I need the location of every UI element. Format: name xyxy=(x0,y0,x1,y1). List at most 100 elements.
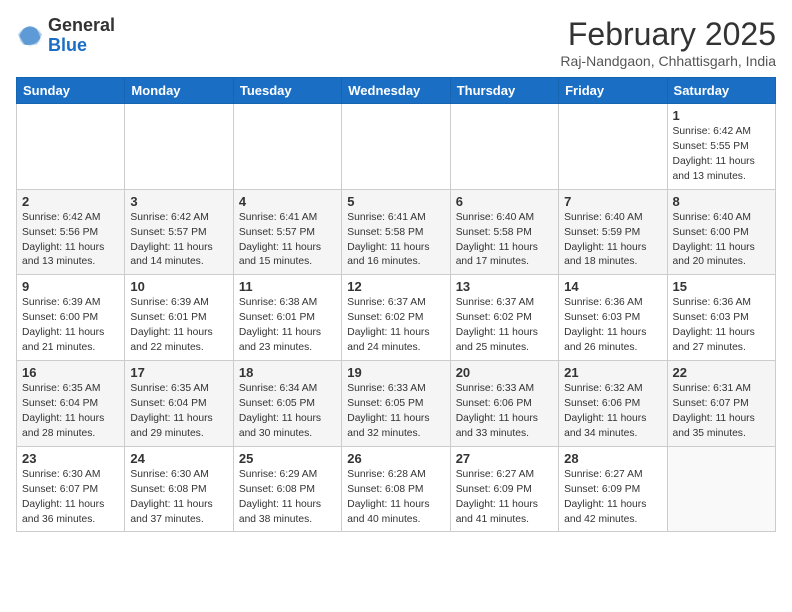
day-cell: 20 Sunrise: 6:33 AM Sunset: 6:06 PM Dayli… xyxy=(450,361,558,447)
day-cell: 5Sunrise: 6:41 AM Sunset: 5:58 PM Daylig… xyxy=(342,189,450,275)
calendar-table: SundayMondayTuesdayWednesdayThursdayFrid… xyxy=(16,77,776,532)
day-cell: 8 Sunrise: 6:40 AM Sunset: 6:00 PM Daylig… xyxy=(667,189,775,275)
day-info: Sunrise: 6:33 AM Sunset: 6:06 PM Dayligh… xyxy=(456,382,553,442)
day-info: Sunrise: 6:37 AM Sunset: 6:02 PM Dayligh… xyxy=(456,296,553,356)
day-info: Sunrise: 6:29 AM Sunset: 6:08 PM Dayligh… xyxy=(239,468,336,528)
day-number: 12 xyxy=(347,279,444,294)
day-number: 27 xyxy=(456,451,553,466)
day-number: 7 xyxy=(564,194,661,209)
weekday-header-row: SundayMondayTuesdayWednesdayThursdayFrid… xyxy=(17,78,776,104)
day-info: Sunrise: 6:41 AM Sunset: 5:58 PM Dayligh… xyxy=(347,211,444,271)
day-info: Sunrise: 6:27 AM Sunset: 6:09 PM Dayligh… xyxy=(564,468,661,528)
day-cell: 27 Sunrise: 6:27 AM Sunset: 6:09 PM Dayli… xyxy=(450,446,558,532)
day-info: Sunrise: 6:34 AM Sunset: 6:05 PM Dayligh… xyxy=(239,382,336,442)
day-number: 21 xyxy=(564,365,661,380)
day-info: Sunrise: 6:36 AM Sunset: 6:03 PM Dayligh… xyxy=(673,296,770,356)
day-cell xyxy=(667,446,775,532)
day-number: 6 xyxy=(456,194,553,209)
logo-text: General Blue xyxy=(48,16,115,56)
month-title: February 2025 xyxy=(560,16,776,53)
day-info: Sunrise: 6:35 AM Sunset: 6:04 PM Dayligh… xyxy=(22,382,119,442)
day-cell xyxy=(342,104,450,190)
day-cell xyxy=(450,104,558,190)
day-cell: 10 Sunrise: 6:39 AM Sunset: 6:01 PM Dayli… xyxy=(125,275,233,361)
day-number: 13 xyxy=(456,279,553,294)
weekday-header-sunday: Sunday xyxy=(17,78,125,104)
day-cell: 18Sunrise: 6:34 AM Sunset: 6:05 PM Dayli… xyxy=(233,361,341,447)
weekday-header-wednesday: Wednesday xyxy=(342,78,450,104)
day-cell: 19 Sunrise: 6:33 AM Sunset: 6:05 PM Dayli… xyxy=(342,361,450,447)
week-row-2: 2Sunrise: 6:42 AM Sunset: 5:56 PM Daylig… xyxy=(17,189,776,275)
day-cell: 2Sunrise: 6:42 AM Sunset: 5:56 PM Daylig… xyxy=(17,189,125,275)
logo-icon xyxy=(16,22,44,50)
day-number: 23 xyxy=(22,451,119,466)
day-cell: 23 Sunrise: 6:30 AM Sunset: 6:07 PM Dayli… xyxy=(17,446,125,532)
day-number: 25 xyxy=(239,451,336,466)
day-cell: 28Sunrise: 6:27 AM Sunset: 6:09 PM Dayli… xyxy=(559,446,667,532)
day-cell: 15 Sunrise: 6:36 AM Sunset: 6:03 PM Dayli… xyxy=(667,275,775,361)
day-cell: 12 Sunrise: 6:37 AM Sunset: 6:02 PM Dayli… xyxy=(342,275,450,361)
day-info: Sunrise: 6:40 AM Sunset: 5:59 PM Dayligh… xyxy=(564,211,661,271)
day-info: Sunrise: 6:32 AM Sunset: 6:06 PM Dayligh… xyxy=(564,382,661,442)
day-cell: 11 Sunrise: 6:38 AM Sunset: 6:01 PM Dayli… xyxy=(233,275,341,361)
day-number: 20 xyxy=(456,365,553,380)
weekday-header-saturday: Saturday xyxy=(667,78,775,104)
day-number: 9 xyxy=(22,279,119,294)
day-info: Sunrise: 6:42 AM Sunset: 5:56 PM Dayligh… xyxy=(22,211,119,271)
day-cell: 16 Sunrise: 6:35 AM Sunset: 6:04 PM Dayli… xyxy=(17,361,125,447)
day-info: Sunrise: 6:36 AM Sunset: 6:03 PM Dayligh… xyxy=(564,296,661,356)
day-cell: 4 Sunrise: 6:41 AM Sunset: 5:57 PM Daylig… xyxy=(233,189,341,275)
weekday-header-tuesday: Tuesday xyxy=(233,78,341,104)
day-cell: 17Sunrise: 6:35 AM Sunset: 6:04 PM Dayli… xyxy=(125,361,233,447)
day-number: 3 xyxy=(130,194,227,209)
day-number: 8 xyxy=(673,194,770,209)
week-row-3: 9 Sunrise: 6:39 AM Sunset: 6:00 PM Daylig… xyxy=(17,275,776,361)
day-number: 14 xyxy=(564,279,661,294)
weekday-header-friday: Friday xyxy=(559,78,667,104)
day-cell xyxy=(17,104,125,190)
day-cell xyxy=(125,104,233,190)
day-cell: 24Sunrise: 6:30 AM Sunset: 6:08 PM Dayli… xyxy=(125,446,233,532)
day-info: Sunrise: 6:31 AM Sunset: 6:07 PM Dayligh… xyxy=(673,382,770,442)
day-number: 11 xyxy=(239,279,336,294)
day-info: Sunrise: 6:39 AM Sunset: 6:00 PM Dayligh… xyxy=(22,296,119,356)
day-number: 1 xyxy=(673,108,770,123)
day-info: Sunrise: 6:27 AM Sunset: 6:09 PM Dayligh… xyxy=(456,468,553,528)
day-cell: 26 Sunrise: 6:28 AM Sunset: 6:08 PM Dayli… xyxy=(342,446,450,532)
day-cell: 6 Sunrise: 6:40 AM Sunset: 5:58 PM Daylig… xyxy=(450,189,558,275)
day-info: Sunrise: 6:38 AM Sunset: 6:01 PM Dayligh… xyxy=(239,296,336,356)
day-cell: 13 Sunrise: 6:37 AM Sunset: 6:02 PM Dayli… xyxy=(450,275,558,361)
day-cell: 7 Sunrise: 6:40 AM Sunset: 5:59 PM Daylig… xyxy=(559,189,667,275)
day-number: 15 xyxy=(673,279,770,294)
week-row-1: 1 Sunrise: 6:42 AM Sunset: 5:55 PM Daylig… xyxy=(17,104,776,190)
logo: General Blue xyxy=(16,16,115,56)
day-cell xyxy=(233,104,341,190)
day-number: 19 xyxy=(347,365,444,380)
day-info: Sunrise: 6:37 AM Sunset: 6:02 PM Dayligh… xyxy=(347,296,444,356)
day-cell: 14 Sunrise: 6:36 AM Sunset: 6:03 PM Dayli… xyxy=(559,275,667,361)
day-info: Sunrise: 6:33 AM Sunset: 6:05 PM Dayligh… xyxy=(347,382,444,442)
location: Raj-Nandgaon, Chhattisgarh, India xyxy=(560,53,776,69)
day-cell: 1 Sunrise: 6:42 AM Sunset: 5:55 PM Daylig… xyxy=(667,104,775,190)
day-number: 26 xyxy=(347,451,444,466)
week-row-5: 23 Sunrise: 6:30 AM Sunset: 6:07 PM Dayli… xyxy=(17,446,776,532)
weekday-header-monday: Monday xyxy=(125,78,233,104)
day-number: 16 xyxy=(22,365,119,380)
day-number: 10 xyxy=(130,279,227,294)
day-info: Sunrise: 6:42 AM Sunset: 5:55 PM Dayligh… xyxy=(673,125,770,185)
title-block: February 2025 Raj-Nandgaon, Chhattisgarh… xyxy=(560,16,776,69)
day-cell: 22Sunrise: 6:31 AM Sunset: 6:07 PM Dayli… xyxy=(667,361,775,447)
day-info: Sunrise: 6:39 AM Sunset: 6:01 PM Dayligh… xyxy=(130,296,227,356)
day-info: Sunrise: 6:42 AM Sunset: 5:57 PM Dayligh… xyxy=(130,211,227,271)
day-cell: 21 Sunrise: 6:32 AM Sunset: 6:06 PM Dayli… xyxy=(559,361,667,447)
day-info: Sunrise: 6:35 AM Sunset: 6:04 PM Dayligh… xyxy=(130,382,227,442)
day-cell: 3 Sunrise: 6:42 AM Sunset: 5:57 PM Daylig… xyxy=(125,189,233,275)
day-info: Sunrise: 6:40 AM Sunset: 5:58 PM Dayligh… xyxy=(456,211,553,271)
weekday-header-thursday: Thursday xyxy=(450,78,558,104)
day-info: Sunrise: 6:40 AM Sunset: 6:00 PM Dayligh… xyxy=(673,211,770,271)
day-number: 4 xyxy=(239,194,336,209)
day-info: Sunrise: 6:30 AM Sunset: 6:07 PM Dayligh… xyxy=(22,468,119,528)
day-info: Sunrise: 6:41 AM Sunset: 5:57 PM Dayligh… xyxy=(239,211,336,271)
day-cell: 25 Sunrise: 6:29 AM Sunset: 6:08 PM Dayli… xyxy=(233,446,341,532)
day-info: Sunrise: 6:28 AM Sunset: 6:08 PM Dayligh… xyxy=(347,468,444,528)
